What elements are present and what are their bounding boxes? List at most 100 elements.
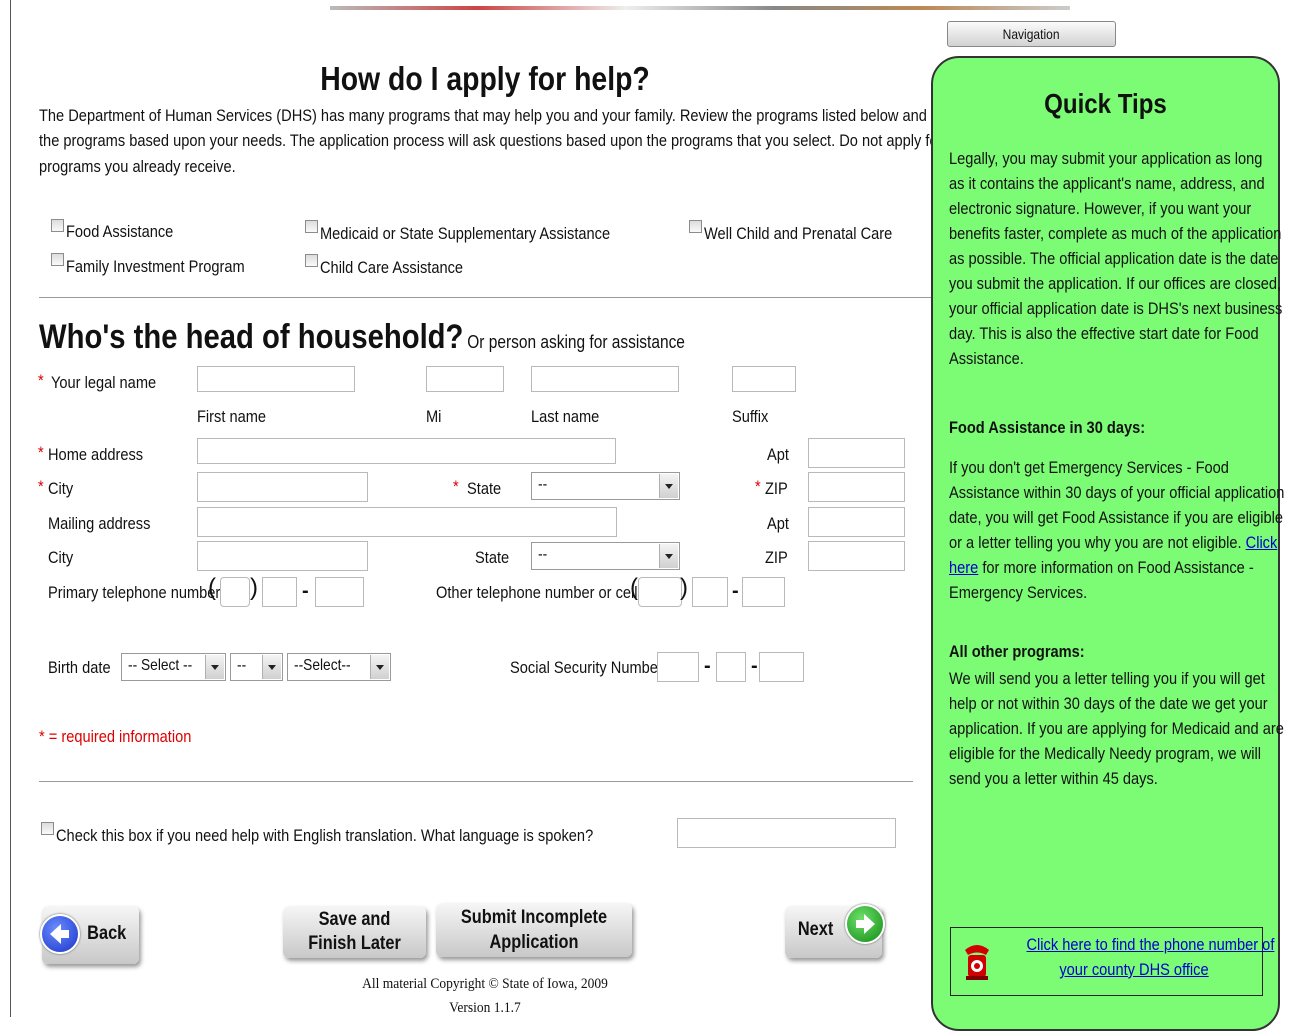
- tips-line: eligible for the Medically Needy program…: [949, 744, 1262, 763]
- city-input[interactable]: [197, 472, 368, 502]
- primary-phone-label: Primary telephone number: [48, 583, 221, 602]
- household-header: Who's the head of household? Or person a…: [39, 318, 685, 357]
- ssn-part3-input[interactable]: [759, 652, 804, 682]
- child-care-label: Child Care Assistance: [320, 258, 464, 277]
- dash: -: [302, 580, 309, 602]
- required-marker: *: [38, 371, 44, 390]
- telephone-icon: [962, 938, 992, 987]
- medicaid-label: Medicaid or State Supplementary Assistan…: [320, 224, 611, 243]
- county-link-line1[interactable]: Click here to find the phone number of: [1027, 932, 1275, 957]
- first-name-input[interactable]: [197, 366, 355, 392]
- required-note: * = required information: [39, 727, 192, 746]
- tips-line: application. If you are applying for Med…: [949, 719, 1284, 738]
- left-border: [10, 0, 11, 1017]
- tips-text: for more information on Food Assistance …: [978, 558, 1254, 577]
- primary-prefix-input[interactable]: [262, 577, 297, 607]
- chevron-down-icon: [659, 474, 678, 498]
- mailing-address-label: Mailing address: [48, 514, 151, 533]
- tips-line: benefits faster, complete as much of the…: [949, 224, 1282, 243]
- required-marker: *: [453, 477, 459, 496]
- last-name-input[interactable]: [531, 366, 679, 392]
- birth-day-select[interactable]: --: [230, 653, 283, 681]
- birth-year-select[interactable]: --Select--: [287, 653, 391, 681]
- state-select[interactable]: --: [531, 472, 680, 500]
- click-here-link[interactable]: Click: [1246, 533, 1278, 552]
- tips-paragraph-2: If you don't get Emergency Services - Fo…: [949, 455, 1295, 605]
- tips-line: Assistance.: [949, 349, 1024, 368]
- tips-line: or a letter telling you why you are not …: [949, 530, 1284, 555]
- save-finish-later-button[interactable]: Save and Finish Later: [283, 906, 426, 958]
- city-label: City: [48, 479, 74, 498]
- divider: [39, 297, 932, 298]
- tips-line: Assistance within 30 days of your offici…: [949, 483, 1285, 502]
- other-prefix-input[interactable]: [692, 577, 728, 607]
- other-line-input[interactable]: [742, 577, 785, 607]
- tips-line: as possible. The official application da…: [949, 249, 1279, 268]
- required-marker: *: [38, 477, 44, 496]
- save-label-line1: Save and: [318, 909, 391, 930]
- household-title: Who's the head of household?: [39, 318, 464, 356]
- translation-label: Check this box if you need help with Eng…: [56, 826, 594, 845]
- submit-incomplete-button[interactable]: Submit Incomplete Application: [436, 903, 632, 957]
- suffix-caption: Suffix: [732, 407, 769, 426]
- family-investment-checkbox[interactable]: [51, 253, 64, 266]
- tips-line: electronic signature. However, if you wa…: [949, 199, 1252, 218]
- mailing-apt-input[interactable]: [808, 507, 905, 537]
- county-office-link[interactable]: Click here to find the phone number of y…: [1009, 932, 1275, 982]
- tips-line: day. This is also the effective start da…: [949, 324, 1259, 343]
- well-child-label: Well Child and Prenatal Care: [704, 224, 893, 243]
- mailing-state-select[interactable]: --: [531, 542, 680, 570]
- intro-line: the programs based upon your needs. The …: [39, 131, 943, 150]
- mailing-apt-label: Apt: [767, 514, 789, 533]
- legal-name-label: Your legal name: [51, 373, 157, 392]
- ssn-part2-input[interactable]: [716, 652, 746, 682]
- tips-line: If you don't get Emergency Services - Fo…: [949, 458, 1229, 477]
- middle-initial-input[interactable]: [426, 366, 504, 392]
- banner-strip: [330, 6, 1070, 10]
- language-input[interactable]: [677, 818, 896, 848]
- translation-checkbox[interactable]: [41, 822, 54, 835]
- chevron-down-icon: [205, 655, 224, 679]
- mailing-city-input[interactable]: [197, 541, 368, 571]
- chevron-down-icon: [659, 544, 678, 568]
- well-child-checkbox[interactable]: [689, 220, 702, 233]
- home-address-input[interactable]: [197, 438, 616, 464]
- primary-area-code-input[interactable]: [220, 577, 250, 607]
- submit-label-line2: Application: [489, 932, 579, 953]
- primary-line-input[interactable]: [315, 577, 364, 607]
- submit-label-line1: Submit Incomplete: [460, 907, 608, 928]
- birth-date-label: Birth date: [48, 658, 111, 677]
- medicaid-checkbox[interactable]: [305, 220, 318, 233]
- required-marker: *: [38, 443, 44, 462]
- mailing-zip-input[interactable]: [808, 541, 905, 571]
- food-assistance-heading: Food Assistance in 30 days:: [949, 418, 1146, 437]
- zip-input[interactable]: [808, 472, 905, 502]
- mailing-state-label: State: [475, 548, 510, 567]
- mailing-address-input[interactable]: [197, 507, 617, 537]
- state-select-value: --: [538, 476, 548, 493]
- birth-month-select[interactable]: -- Select --: [121, 653, 226, 681]
- suffix-input[interactable]: [732, 366, 796, 392]
- intro-line: programs you already receive.: [39, 157, 236, 176]
- ssn-part1-input[interactable]: [657, 652, 699, 682]
- birth-month-value: -- Select --: [128, 657, 193, 674]
- click-here-link[interactable]: here: [949, 558, 978, 577]
- child-care-checkbox[interactable]: [305, 254, 318, 267]
- navigation-button[interactable]: Navigation: [947, 21, 1116, 47]
- food-assistance-checkbox[interactable]: [51, 219, 64, 232]
- version: Version 1.1.7: [449, 1000, 521, 1016]
- tips-line: your official application date is DHS's …: [949, 299, 1283, 318]
- next-button[interactable]: Next: [785, 904, 885, 958]
- apt-label: Apt: [767, 445, 789, 464]
- mailing-state-select-value: --: [538, 546, 548, 563]
- mi-caption: Mi: [426, 407, 442, 426]
- close-paren: ): [680, 574, 688, 601]
- ssn-label: Social Security Number: [510, 658, 663, 677]
- tips-line: help or not within 30 days of the date w…: [949, 694, 1268, 713]
- tips-line: Emergency Services.: [949, 583, 1088, 602]
- home-apt-input[interactable]: [808, 438, 905, 468]
- intro-line: The Department of Human Services (DHS) h…: [39, 106, 970, 125]
- other-area-code-input[interactable]: [638, 577, 682, 607]
- back-button[interactable]: Back: [40, 906, 139, 964]
- county-link-line2[interactable]: your county DHS office: [1027, 957, 1242, 982]
